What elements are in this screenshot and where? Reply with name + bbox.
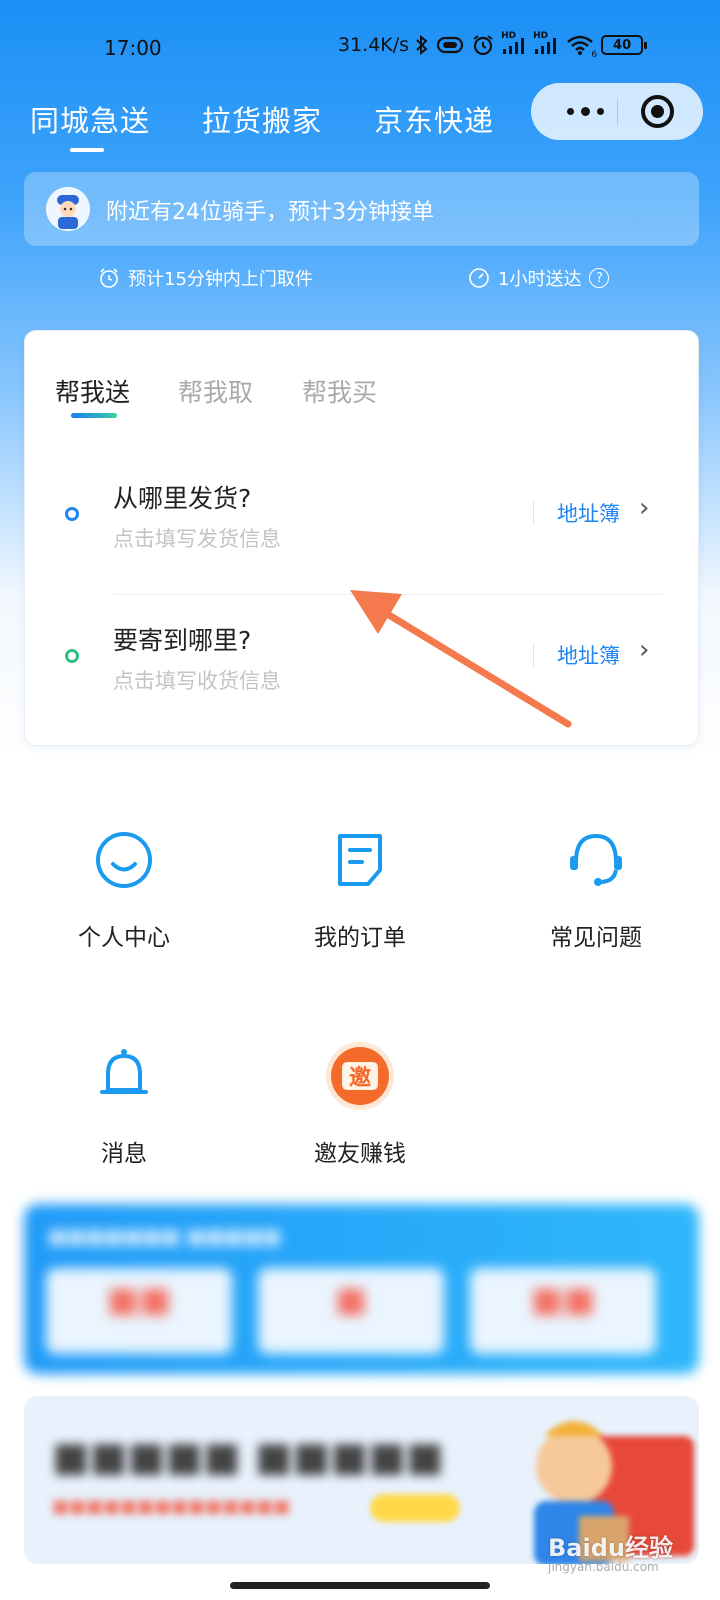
menu-personal-center[interactable]: 个人中心: [24, 830, 224, 970]
eta-row: 预计15分钟内上门取件 1小时送达 ?: [0, 262, 720, 294]
promo-coupon-banner[interactable]: ■■■■■■■ ■■■■■ ■■ ■ ■■: [24, 1204, 699, 1374]
promo-title-blurred: ■■■■■■■ ■■■■■: [48, 1224, 282, 1248]
menu-faq[interactable]: 常见问题: [496, 830, 696, 970]
tab-help-me-buy[interactable]: 帮我买: [302, 373, 377, 409]
alarm-clock-icon: [100, 268, 118, 288]
wifi-sub-label: 6: [591, 50, 598, 60]
close-miniprogram-icon[interactable]: [641, 95, 674, 128]
receiver-hint: 点击填写收货信息: [113, 669, 281, 693]
status-icons: 31.4K/s HD HD 6 40: [338, 31, 648, 60]
chevron-right-icon[interactable]: ›: [639, 493, 649, 523]
sender-divider: [533, 501, 534, 525]
sender-address-row[interactable]: 从哪里发货? 点击填写发货信息 地址簿 ›: [25, 461, 700, 571]
watermark-url: jingyan.baidu.com: [548, 1560, 659, 1574]
promo-headline-blurred: ■■■■■ ■■■■■: [52, 1434, 444, 1480]
rider-avatar: [46, 187, 90, 231]
status-time: 17:00: [104, 36, 162, 60]
battery-icon: 40: [601, 35, 648, 55]
pickup-eta: 预计15分钟内上门取件: [98, 265, 313, 291]
capsule-divider: [617, 99, 618, 125]
annotation-arrow: [350, 590, 572, 728]
coupon-card: ■■: [470, 1268, 656, 1354]
chevron-right-icon[interactable]: ›: [639, 635, 649, 665]
signal-1: HD: [501, 31, 527, 55]
promo-subline-blurred: ■■■■■■■■■■■■■■: [52, 1496, 291, 1517]
menu-my-orders[interactable]: 我的订单: [260, 830, 460, 970]
rider-availability-banner: 附近有24位骑手，预计3分钟接单: [24, 172, 699, 246]
network-speed: 31.4K/s: [338, 34, 410, 56]
home-indicator[interactable]: [230, 1582, 490, 1589]
receiver-dot-icon: [65, 649, 79, 663]
invite-badge-icon: 邀: [326, 1042, 394, 1110]
hd-label-1: HD: [501, 31, 517, 41]
order-icon: [338, 834, 382, 886]
menu-label: 个人中心: [78, 925, 170, 951]
hd-label-2: HD: [533, 31, 549, 41]
receiver-title: 要寄到哪里?: [113, 626, 252, 655]
alarm-icon: [473, 35, 493, 56]
menu-label: 消息: [101, 1141, 147, 1167]
coupon-card: ■: [258, 1268, 444, 1354]
active-tab-indicator: [71, 413, 117, 418]
promo-button-blurred[interactable]: [370, 1494, 460, 1522]
tab-help-me-pickup[interactable]: 帮我取: [178, 373, 253, 409]
delivery-eta-text: 1小时送达: [498, 269, 582, 290]
signal-2: HD: [533, 31, 559, 55]
bluetooth-icon: [416, 34, 428, 56]
tab-help-me-send[interactable]: 帮我送: [55, 373, 130, 409]
sender-hint: 点击填写发货信息: [113, 527, 281, 551]
bell-icon: [100, 1049, 148, 1094]
help-icon[interactable]: ?: [589, 268, 610, 288]
tab-freight-moving[interactable]: 拉货搬家: [202, 98, 322, 140]
timer-icon: [469, 268, 489, 288]
menu-invite-friends[interactable]: 邀 邀友赚钱: [260, 1042, 460, 1186]
coupon-card: ■■: [46, 1268, 232, 1354]
menu-label: 常见问题: [550, 925, 642, 951]
menu-messages[interactable]: 消息: [24, 1046, 224, 1186]
menu-label: 我的订单: [314, 925, 406, 951]
smile-icon: [96, 832, 152, 888]
rider-availability-text: 附近有24位骑手，预计3分钟接单: [106, 200, 434, 225]
sender-address-book-link[interactable]: 地址簿: [557, 498, 620, 528]
sender-title: 从哪里发货?: [113, 484, 252, 513]
menu-label: 邀友赚钱: [314, 1141, 406, 1167]
tab-same-city-express[interactable]: 同城急送: [30, 98, 150, 152]
delivery-eta: 1小时送达 ?: [468, 265, 610, 291]
tab-jd-express[interactable]: 京东快递: [374, 98, 494, 140]
baidu-jingyan-watermark: Baidu经验: [548, 1534, 673, 1562]
vibrate-icon: [436, 36, 464, 54]
invite-badge-text: 邀: [349, 1066, 371, 1091]
more-icon[interactable]: [555, 101, 615, 121]
headset-icon: [570, 833, 622, 886]
pickup-eta-text: 预计15分钟内上门取件: [128, 269, 313, 290]
sender-dot-icon: [65, 507, 79, 521]
wifi: 6: [565, 34, 597, 60]
miniprogram-capsule: [531, 83, 703, 140]
